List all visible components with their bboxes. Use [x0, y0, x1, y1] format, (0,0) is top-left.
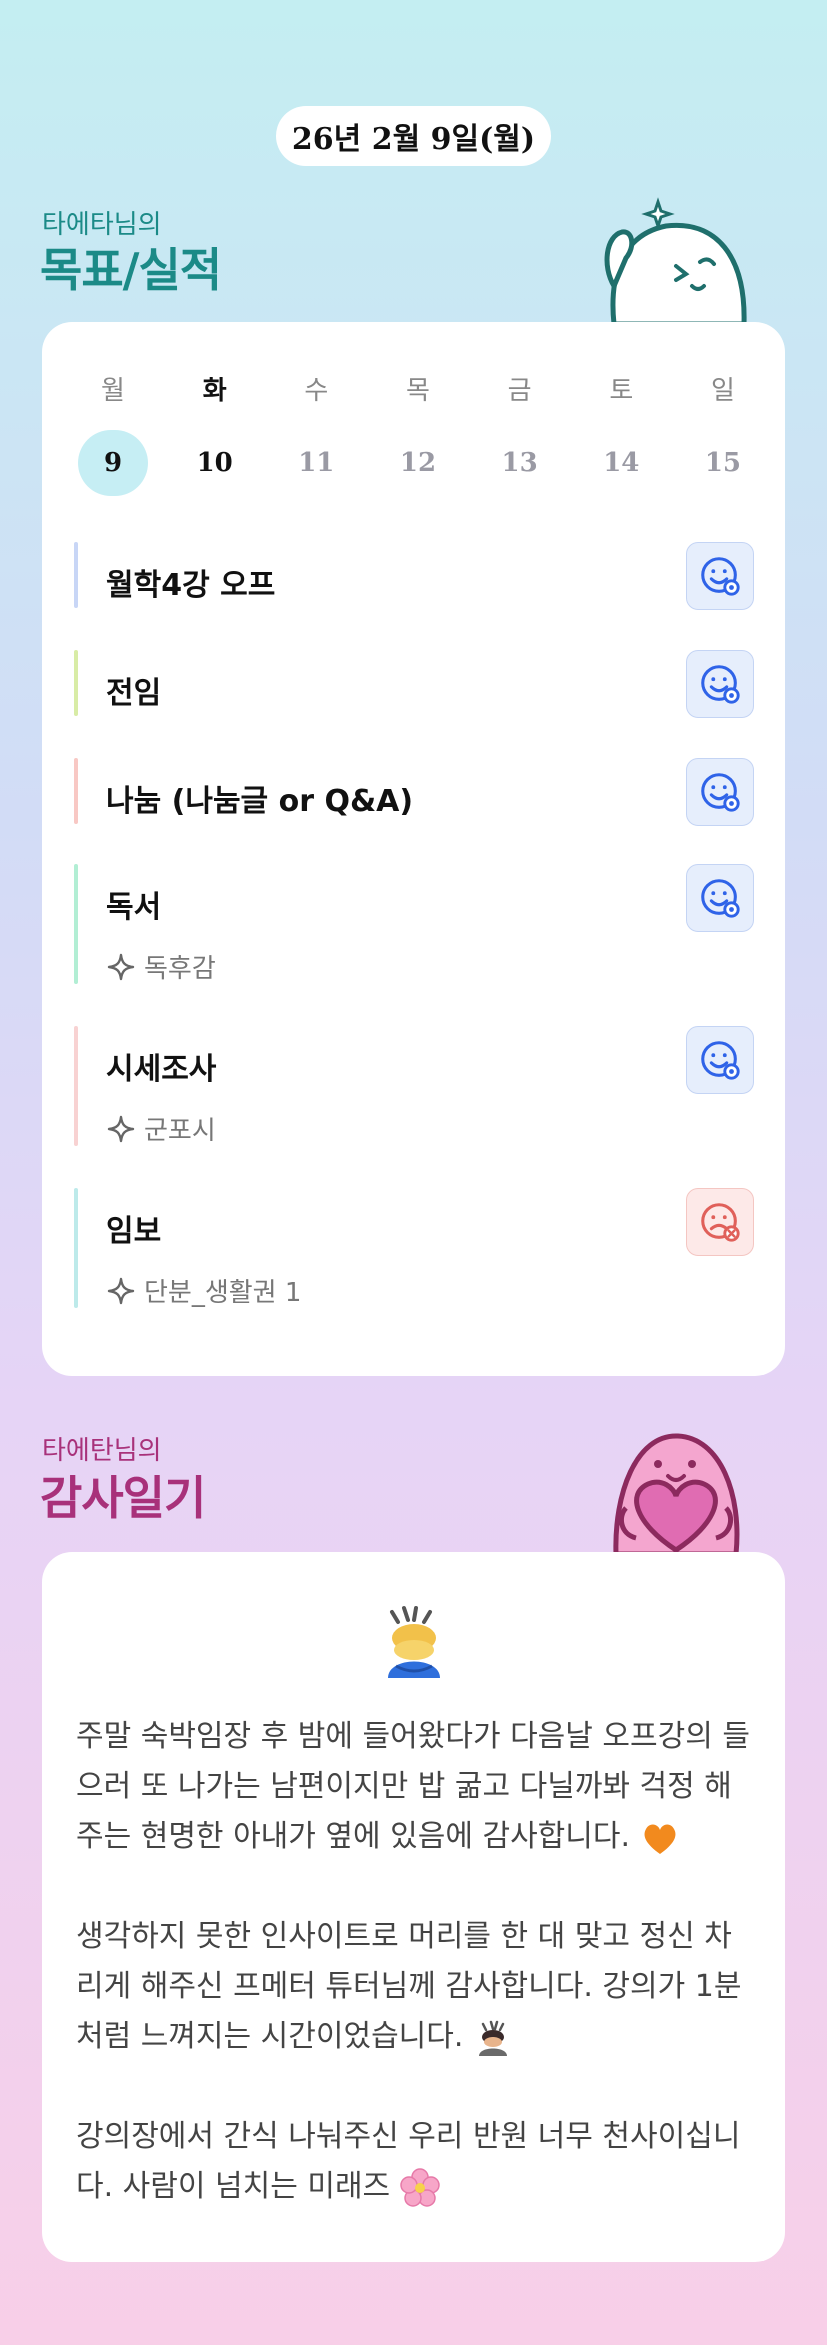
goal-subtask: 군포시	[106, 1110, 216, 1147]
goal-item[interactable]: 월학4강 오프	[74, 542, 754, 610]
goal-name: 임보	[106, 1214, 162, 1249]
smile-check-icon	[701, 557, 740, 596]
sparkle-icon	[107, 953, 135, 980]
gratitude-entry: 강의장에서 간식 나눠주신 우리 반원 너무 천사이십니다. 사람이 넘치는 미…	[76, 2112, 756, 2212]
sparkle-icon	[107, 1277, 135, 1304]
goal-color-bar	[74, 758, 78, 824]
mascot-ghost-illustration	[604, 197, 747, 326]
sparkle-icon	[107, 1115, 135, 1142]
weekday-label: 일	[710, 376, 735, 406]
date-label[interactable]: 26년 2월 9일(월)	[276, 106, 551, 166]
goal-color-bar	[74, 1188, 78, 1308]
weekday-label: 수	[304, 376, 329, 406]
goals-card: 월 화 수 목 금 토 일 9 10 11 12 13 14 15 월학4강 오…	[42, 322, 785, 1376]
date-strip: 9 10 11 12 13 14 15	[78, 430, 758, 496]
status-badge[interactable]	[686, 1188, 754, 1256]
weekday-label: 화	[202, 376, 227, 406]
date-cell[interactable]: 15	[688, 430, 758, 496]
gratitude-section-title: 감사일기	[40, 1471, 206, 1525]
gratitude-entry: 주말 숙박임장 후 밤에 들어왔다가 다음날 오프강의 들으러 또 나가는 남편…	[76, 1712, 756, 1862]
gratitude-card: 주말 숙박임장 후 밤에 들어왔다가 다음날 오프강의 들으러 또 나가는 남편…	[42, 1552, 785, 2262]
goal-name: 나눔 (나눔글 or Q&A)	[106, 784, 414, 819]
weekday-label: 토	[609, 376, 634, 406]
goal-item[interactable]: 전임	[74, 650, 754, 718]
weekday-label: 금	[507, 376, 532, 406]
goal-name: 독서	[106, 890, 162, 925]
goal-name: 전임	[106, 676, 162, 711]
goal-item[interactable]: 시세조사 군포시	[74, 1026, 754, 1146]
status-badge[interactable]	[686, 758, 754, 826]
weekday-label: 월	[101, 376, 125, 406]
date-cell[interactable]: 14	[586, 430, 656, 496]
goal-subtask-label: 군포시	[144, 1116, 216, 1146]
goal-subtask: 독후감	[106, 948, 216, 985]
date-cell[interactable]: 12	[383, 430, 453, 496]
goals-section-title: 목표/실적	[40, 243, 222, 297]
sad-x-icon	[701, 1203, 740, 1242]
goal-item[interactable]: 임보 단분_생활권 1	[74, 1188, 754, 1308]
gratitude-entries: 주말 숙박임장 후 밤에 들어왔다가 다음날 오프강의 들으러 또 나가는 남편…	[76, 1712, 756, 2262]
status-badge[interactable]	[686, 650, 754, 718]
gratitude-entry: 생각하지 못한 인사이트로 머리를 한 대 맞고 정신 차리게 해주신 프메터 …	[76, 1912, 756, 2062]
goal-name: 시세조사	[106, 1052, 217, 1087]
goal-color-bar	[74, 650, 78, 716]
date-cell-selected[interactable]: 9	[78, 430, 148, 496]
goal-name: 월학4강 오프	[106, 568, 276, 603]
goal-color-bar	[74, 1026, 78, 1146]
date-cell-today[interactable]: 10	[180, 430, 250, 496]
bowing-person-icon	[388, 1606, 440, 1678]
goal-subtask-label: 독후감	[144, 954, 216, 984]
smile-check-icon	[701, 773, 740, 812]
bowing-person-icon	[478, 2020, 507, 2056]
smile-check-icon	[701, 879, 740, 918]
smile-check-icon	[701, 665, 740, 704]
goal-color-bar	[74, 864, 78, 984]
goal-item[interactable]: 나눔 (나눔글 or Q&A)	[74, 758, 754, 826]
weekday-label: 목	[406, 376, 430, 406]
date-cell[interactable]: 13	[485, 430, 555, 496]
mascot-heart-illustration	[613, 1433, 740, 1554]
status-badge[interactable]	[686, 1026, 754, 1094]
gratitude-entry-text: 생각하지 못한 인사이트로 머리를 한 대 맞고 정신 차리게 해주신 프메터 …	[76, 1919, 742, 2054]
goal-subtask-label: 단분_생활권 1	[144, 1278, 302, 1308]
status-badge[interactable]	[686, 864, 754, 932]
smile-check-icon	[701, 1041, 740, 1080]
weekday-header: 월 화 수 목 금 토 일	[78, 370, 758, 407]
cherry-blossom-icon	[399, 2167, 440, 2207]
goal-subtask: 단분_생활권 1	[106, 1272, 301, 1309]
date-cell[interactable]: 11	[281, 430, 351, 496]
orange-heart-icon	[644, 1824, 676, 1854]
status-badge[interactable]	[686, 542, 754, 610]
goal-item[interactable]: 독서 독후감	[74, 864, 754, 984]
goal-color-bar	[74, 542, 78, 608]
